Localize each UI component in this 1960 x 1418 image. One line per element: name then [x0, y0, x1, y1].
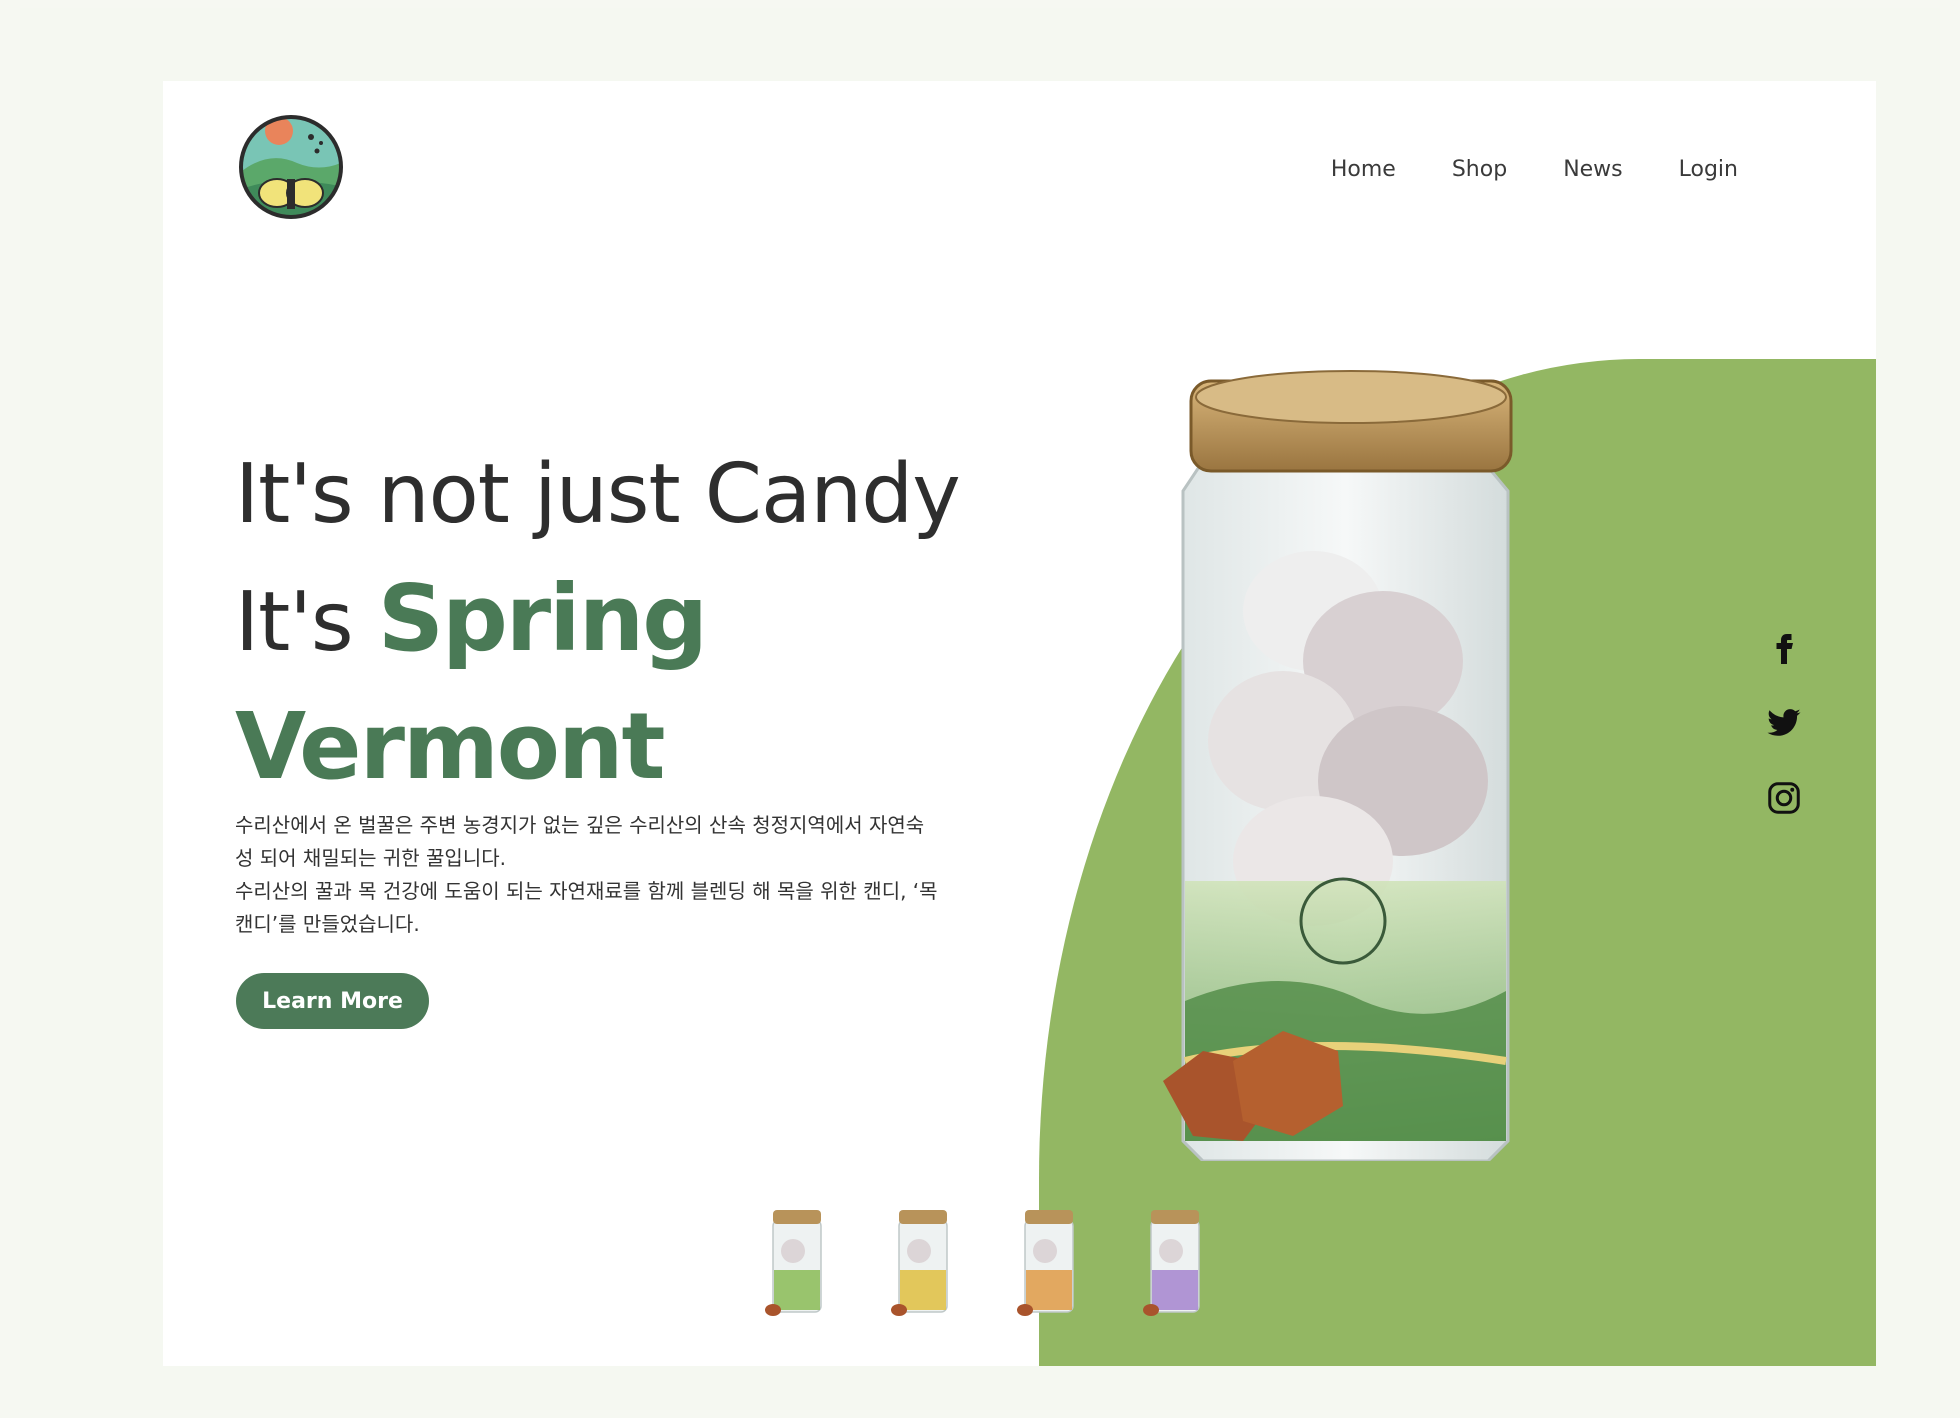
- hero-headline: It's not just Candy It's Spring Vermont: [235, 433, 961, 813]
- instagram-icon[interactable]: [1766, 780, 1802, 816]
- product-jar-image: [1163, 370, 1513, 1161]
- description-line: 성 되어 채밀되는 귀한 꿀입니다.: [235, 846, 506, 870]
- description-line: 수리산에서 온 벌꿀은 주변 농경지가 없는 깊은 수리산의 산속 청정지역에서…: [235, 813, 925, 837]
- logo-icon[interactable]: [237, 113, 345, 221]
- headline-line1: It's not just Candy: [235, 447, 961, 542]
- main-navigation: Home Shop News Login: [1331, 157, 1738, 182]
- headline-prefix: It's: [235, 575, 354, 670]
- description-line: 캔디’를 만들었습니다.: [235, 912, 420, 936]
- thumbnail-purple[interactable]: [1141, 1206, 1207, 1321]
- thumbnail-green[interactable]: [763, 1206, 829, 1321]
- learn-more-button[interactable]: Learn More: [236, 973, 429, 1029]
- brand-name-vermont: Vermont: [235, 693, 665, 800]
- description-line: 수리산의 꿀과 목 건강에 도움이 되는 자연재료를 함께 블렌딩 해 목을 위…: [235, 879, 938, 903]
- hero-description: 수리산에서 온 벌꿀은 주변 농경지가 없는 깊은 수리산의 산속 청정지역에서…: [235, 809, 1085, 941]
- facebook-icon[interactable]: [1766, 628, 1802, 664]
- nav-shop[interactable]: Shop: [1452, 157, 1507, 182]
- landing-page: Home Shop News Login It's not just Candy…: [163, 81, 1876, 1366]
- nav-login[interactable]: Login: [1679, 157, 1738, 182]
- nav-news[interactable]: News: [1563, 157, 1622, 182]
- twitter-icon[interactable]: [1766, 704, 1802, 740]
- thumbnail-yellow[interactable]: [889, 1206, 955, 1321]
- thumbnail-orange[interactable]: [1015, 1206, 1081, 1321]
- product-thumbnails: [763, 1206, 1207, 1321]
- social-links: [1766, 628, 1802, 816]
- brand-name-spring: Spring: [377, 565, 708, 672]
- nav-home[interactable]: Home: [1331, 157, 1396, 182]
- canvas-frame: Home Shop News Login It's not just Candy…: [20, 8, 1940, 1410]
